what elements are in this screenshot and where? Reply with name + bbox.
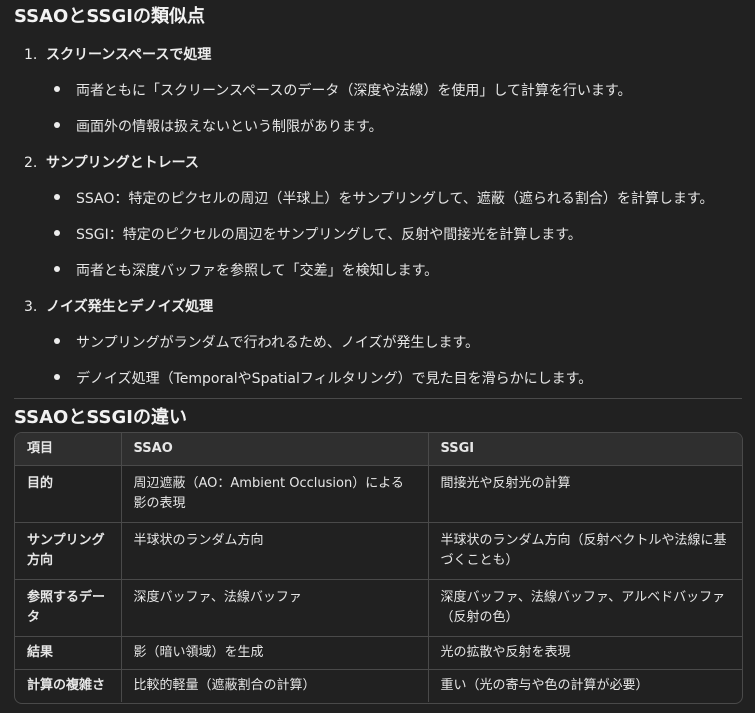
table-row: 計算の複雑さ 比較的軽量（遮蔽割合の計算） 重い（光の寄与や色の計算が必要）: [15, 669, 742, 702]
item-number: 2.: [24, 155, 38, 171]
list-item: 画面外の情報は扱えないという制限があります。: [54, 117, 383, 137]
item-number: 1.: [24, 47, 38, 63]
table-cell: サンプリング方向: [15, 522, 122, 580]
table-cell: 計算の複雑さ: [15, 669, 122, 702]
section-title-similarities: SSAOとSSGIの類似点: [14, 6, 205, 27]
section-divider: [14, 398, 742, 399]
item-label: スクリーンスペースで処理: [46, 47, 212, 63]
table-cell: 参照するデータ: [15, 579, 122, 637]
item-label: サンプリングとトレース: [46, 155, 199, 171]
list-item: 両者ともに「スクリーンスペースのデータ（深度や法線）を使用」して計算を行います。: [54, 81, 632, 101]
bullet-text: サンプリングがランダムで行われるため、ノイズが発生します。: [76, 335, 480, 351]
bullet-icon: [54, 194, 60, 200]
table-header-row: 項目 SSAO SSGI: [15, 433, 742, 466]
bullet-text: SSGI：特定のピクセルの周辺をサンプリングして、反射や間接光を計算します。: [76, 227, 582, 243]
bullet-icon: [54, 266, 60, 272]
list-item: デノイズ処理（TemporalやSpatialフィルタリング）で見た目を滑らかに…: [54, 369, 592, 389]
table-cell: 周辺遮蔽（AO：Ambient Occlusion）による影の表現: [121, 465, 429, 523]
header-cell: SSGI: [428, 433, 742, 466]
bullet-text: 両者ともに「スクリーンスペースのデータ（深度や法線）を使用」して計算を行います。: [76, 83, 632, 99]
bullet-icon: [54, 86, 60, 92]
table-cell: 深度バッファ、法線バッファ: [121, 579, 429, 637]
table-cell: 間接光や反射光の計算: [428, 465, 742, 523]
comparison-table: 項目 SSAO SSGI 目的 周辺遮蔽（AO：Ambient Occlusio…: [14, 432, 743, 704]
item-number: 3.: [24, 299, 38, 315]
list-item: SSGI：特定のピクセルの周辺をサンプリングして、反射や間接光を計算します。: [54, 225, 582, 245]
list-item: サンプリングがランダムで行われるため、ノイズが発生します。: [54, 333, 479, 353]
bullet-icon: [54, 122, 60, 128]
table-row: 目的 周辺遮蔽（AO：Ambient Occlusion）による影の表現 間接光…: [15, 465, 742, 523]
bullet-text: SSAO：特定のピクセルの周辺（半球上）をサンプリングして、遮蔽（遮られる割合）…: [76, 191, 714, 207]
bullet-icon: [54, 230, 60, 236]
bullet-icon: [54, 338, 60, 344]
section-title-differences: SSAOとSSGIの違い: [14, 407, 187, 428]
bullet-text: 両者とも深度バッファを参照して「交差」を検知します。: [76, 263, 439, 279]
numbered-item-3: 3. ノイズ発生とデノイズ処理: [24, 297, 213, 317]
numbered-item-1: 1. スクリーンスペースで処理: [24, 45, 211, 65]
document-page: SSAOとSSGIの類似点 1. スクリーンスペースで処理 両者ともに「スクリーン…: [0, 0, 755, 713]
bullet-text: デノイズ処理（TemporalやSpatialフィルタリング）で見た目を滑らかに…: [76, 371, 593, 387]
table-cell: 光の拡散や反射を表現: [428, 636, 742, 670]
table-cell: 比較的軽量（遮蔽割合の計算）: [121, 669, 429, 702]
table-cell: 重い（光の寄与や色の計算が必要）: [440, 678, 649, 693]
bullet-icon: [54, 374, 60, 380]
table-row: サンプリング方向 半球状のランダム方向 半球状のランダム方向（反射ベクトルや法線…: [15, 522, 742, 580]
item-label: ノイズ発生とデノイズ処理: [46, 299, 214, 315]
table-cell: 目的: [15, 465, 122, 523]
table-cell: 半球状のランダム方向: [121, 522, 429, 580]
table-cell: 影（暗い領域）を生成: [121, 636, 429, 670]
list-item: 両者とも深度バッファを参照して「交差」を検知します。: [54, 261, 438, 281]
bullet-text: 画面外の情報は扱えないという制限があります。: [76, 119, 383, 135]
header-cell: 項目: [15, 433, 122, 466]
table-row: 結果 影（暗い領域）を生成 光の拡散や反射を表現: [15, 636, 742, 670]
header-cell: SSAO: [121, 433, 429, 466]
numbered-item-2: 2. サンプリングとトレース: [24, 153, 199, 173]
table-cell: 深度バッファ、法線バッファ、アルベドバッファ（反射の色）: [428, 579, 742, 637]
list-item: SSAO：特定のピクセルの周辺（半球上）をサンプリングして、遮蔽（遮られる割合）…: [54, 189, 713, 209]
table-row: 参照するデータ 深度バッファ、法線バッファ 深度バッファ、法線バッファ、アルベド…: [15, 579, 742, 637]
table-cell: 結果: [15, 636, 122, 670]
table-cell: 半球状のランダム方向（反射ベクトルや法線に基づくことも）: [428, 522, 742, 580]
